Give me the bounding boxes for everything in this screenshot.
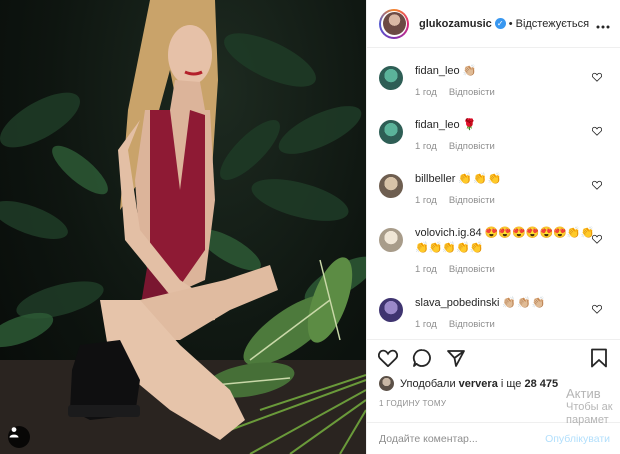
comment-avatar[interactable] xyxy=(379,298,403,322)
liker-avatar[interactable] xyxy=(379,376,394,391)
post-actions-bar xyxy=(367,339,620,375)
comment-item: fidan_leo 👏🏼 1 год Відповісти xyxy=(379,64,608,98)
reply-button[interactable]: Відповісти xyxy=(449,264,495,275)
author-username[interactable]: glukozamusic xyxy=(419,18,492,30)
comment-input[interactable] xyxy=(379,432,546,445)
reply-button[interactable]: Відповісти xyxy=(449,319,495,330)
like-comment-heart-icon[interactable] xyxy=(592,126,602,136)
comment-item: slava_pobedinski 👏🏼👏🏼👏🏼 1 год Відповісти xyxy=(379,296,608,330)
follow-state-button[interactable]: Відстежується xyxy=(516,18,589,30)
header-separator: • xyxy=(508,17,513,30)
post-photo[interactable] xyxy=(0,0,366,454)
comment-text: 👏🏼👏🏼👏🏼 xyxy=(502,297,547,309)
comment-text-continued: 👏👏👏👏👏 xyxy=(415,242,484,254)
like-heart-icon[interactable] xyxy=(377,347,399,369)
liker-username[interactable]: ververa xyxy=(459,378,498,390)
comment-time[interactable]: 1 год xyxy=(415,319,437,330)
like-comment-heart-icon[interactable] xyxy=(592,234,602,244)
comment-item: fidan_leo 🌹 1 год Відповісти xyxy=(379,118,608,152)
comment-time[interactable]: 1 год xyxy=(415,87,437,98)
comment-text: 🌹 xyxy=(462,119,478,131)
more-options-icon[interactable] xyxy=(596,16,610,32)
like-comment-heart-icon[interactable] xyxy=(592,304,602,314)
reply-button[interactable]: Відповісти xyxy=(449,141,495,152)
photo-illustration xyxy=(0,0,366,454)
comment-avatar[interactable] xyxy=(379,174,403,198)
save-bookmark-icon[interactable] xyxy=(588,347,610,369)
likes-count[interactable]: 28 475 xyxy=(524,378,558,390)
user-tag-button[interactable] xyxy=(8,426,30,448)
comments-list[interactable]: fidan_leo 👏🏼 1 год Відповісти fidan_leo 🌹 1… xyxy=(367,48,620,336)
comment-username[interactable]: volovich.ig.84 xyxy=(415,227,482,239)
comment-time[interactable]: 1 год xyxy=(415,195,437,206)
share-paper-plane-icon[interactable] xyxy=(445,347,467,369)
comment-text: 😍😍😍😍😍😍👏👏 xyxy=(484,227,595,239)
comment-avatar[interactable] xyxy=(379,120,403,144)
comment-avatar[interactable] xyxy=(379,228,403,252)
comment-text: 👏🏼 xyxy=(462,65,478,77)
comment-username[interactable]: fidan_leo xyxy=(415,119,460,131)
likes-prefix: Уподобали xyxy=(400,377,456,390)
like-comment-heart-icon[interactable] xyxy=(592,180,602,190)
post-side-panel: glukozamusic ✓ • Відстежується fidan_leo… xyxy=(366,0,620,454)
comment-text: 👏👏👏 xyxy=(458,173,503,185)
like-comment-heart-icon[interactable] xyxy=(592,72,602,82)
comment-username[interactable]: fidan_leo xyxy=(415,65,460,77)
verified-badge-icon: ✓ xyxy=(494,18,506,29)
post-timestamp[interactable]: 1 ГОДИНУ ТОМУ xyxy=(379,399,446,408)
post-header: glukozamusic ✓ • Відстежується xyxy=(367,0,620,48)
likes-middle: і ще xyxy=(500,377,522,390)
comment-avatar[interactable] xyxy=(379,66,403,90)
add-comment-form: Опублікувати xyxy=(367,422,620,454)
reply-button[interactable]: Відповісти xyxy=(449,195,495,206)
comment-time[interactable]: 1 год xyxy=(415,141,437,152)
likes-summary: Уподобали ververa і ще 28 475 xyxy=(379,376,612,391)
comment-username[interactable]: slava_pobedinski xyxy=(415,297,499,309)
comment-bubble-icon[interactable] xyxy=(411,347,433,369)
person-icon xyxy=(9,427,19,438)
publish-button[interactable]: Опублікувати xyxy=(545,433,610,445)
comment-time[interactable]: 1 год xyxy=(415,264,437,275)
author-avatar[interactable] xyxy=(379,8,409,39)
comment-item: volovich.ig.84 😍😍😍😍😍😍👏👏 👏👏👏👏👏 1 год Відпов… xyxy=(379,226,608,275)
comment-username[interactable]: billbeller xyxy=(415,173,455,185)
comment-item: billbeller 👏👏👏 1 год Відповісти xyxy=(379,172,608,206)
reply-button[interactable]: Відповісти xyxy=(449,87,495,98)
